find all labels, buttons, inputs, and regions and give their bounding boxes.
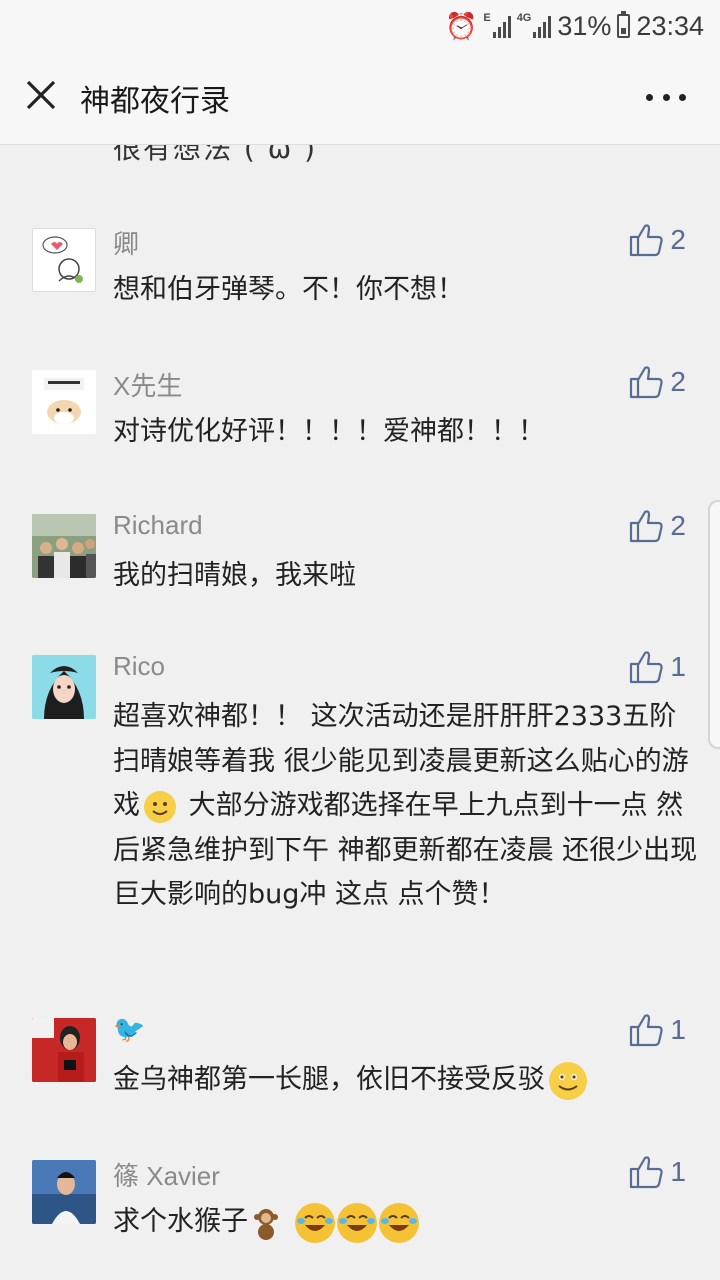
thumbs-up-icon: [630, 651, 664, 684]
comment-text: 求个水猴子: [113, 1200, 698, 1245]
avatar[interactable]: [32, 1018, 96, 1082]
thumbs-up-icon: [630, 366, 664, 399]
smile-emoji-icon: [549, 1061, 587, 1100]
like-count: 1: [670, 1156, 686, 1187]
comment-text-main: 求个水猴子: [113, 1206, 248, 1237]
smile-emoji-icon: [144, 790, 176, 823]
comment-list[interactable]: 很有想法 ( ω ) 卿 2 想和伯牙弹琴。不！你不想！ X先生 2 对诗优化好…: [0, 145, 720, 1280]
like-count: 2: [670, 366, 686, 397]
comment-text: 对诗优化好评！！！！爱神都！！！: [113, 416, 545, 447]
status-icons: ⏰ E 4G 31% 23:34: [445, 8, 704, 44]
comment-author[interactable]: Rico: [113, 651, 165, 682]
thumbs-up-icon: [630, 510, 664, 543]
comment-text: 想和伯牙弹琴。不！你不想！: [113, 274, 464, 305]
thumbs-up-icon: [630, 1014, 664, 1047]
avatar[interactable]: [32, 370, 96, 434]
more-icon[interactable]: [646, 82, 686, 112]
avatar[interactable]: [32, 655, 96, 719]
avatar[interactable]: [32, 514, 96, 578]
comment-author[interactable]: Richard: [113, 510, 203, 541]
like-button[interactable]: 2: [628, 364, 686, 400]
like-count: 2: [670, 510, 686, 541]
comment-text: 金乌神都第一长腿，依旧不接受反驳: [113, 1058, 698, 1103]
comment-text-main: 金乌神都第一长腿，依旧不接受反驳: [113, 1064, 545, 1095]
status-bar: ⏰ E 4G 31% 23:34: [0, 0, 720, 52]
like-button[interactable]: 2: [628, 508, 686, 544]
scroll-indicator[interactable]: [708, 500, 720, 749]
comment-text-part2: 大部分游戏都选择在早上九点到十一点 然后紧急维护到下午 神都更新都在凌晨 还很少…: [113, 790, 698, 910]
like-button[interactable]: 1: [628, 1154, 686, 1190]
comment-author[interactable]: 卿: [113, 224, 139, 261]
signal-icon: [492, 14, 511, 38]
like-button[interactable]: 1: [628, 649, 686, 685]
app-header: 神都夜行录: [0, 52, 720, 145]
like-count: 2: [670, 224, 686, 255]
network-type-e: E: [483, 12, 491, 24]
network-type-4g: 4G: [516, 12, 532, 24]
alarm-icon: ⏰: [444, 10, 478, 41]
clipped-comment-text: 很有想法 ( ω ): [113, 145, 317, 165]
like-count: 1: [670, 1014, 686, 1045]
thumbs-up-icon: [630, 224, 664, 257]
avatar[interactable]: [32, 228, 96, 292]
signal-icon-2: [533, 14, 552, 38]
monkey-emoji-icon: [248, 1205, 284, 1241]
avatar[interactable]: [32, 1160, 96, 1224]
comment-text: 超喜欢神都！！ 这次活动还是肝肝肝2333五阶扫晴娘等着我 很少能见到凌晨更新这…: [113, 695, 698, 918]
laughing-emoji-icon: [295, 1202, 335, 1243]
page-title: 神都夜行录: [80, 84, 230, 119]
like-button[interactable]: 2: [628, 222, 686, 258]
battery-percent: 31%: [557, 10, 612, 41]
battery-icon: [617, 11, 631, 38]
comment-author[interactable]: 🐦: [113, 1014, 145, 1045]
comment-author[interactable]: 篠 Xavier: [113, 1156, 220, 1193]
like-button[interactable]: 1: [628, 1012, 686, 1048]
comment-text: 我的扫晴娘，我来啦: [113, 560, 356, 591]
clock: 23:34: [636, 10, 704, 41]
comment-author[interactable]: X先生: [113, 366, 182, 403]
thumbs-up-icon: [630, 1156, 664, 1189]
close-icon[interactable]: [22, 76, 62, 116]
laughing-emoji-icon: [379, 1202, 419, 1243]
laughing-emoji-icon: [337, 1202, 377, 1243]
like-count: 1: [670, 651, 686, 682]
